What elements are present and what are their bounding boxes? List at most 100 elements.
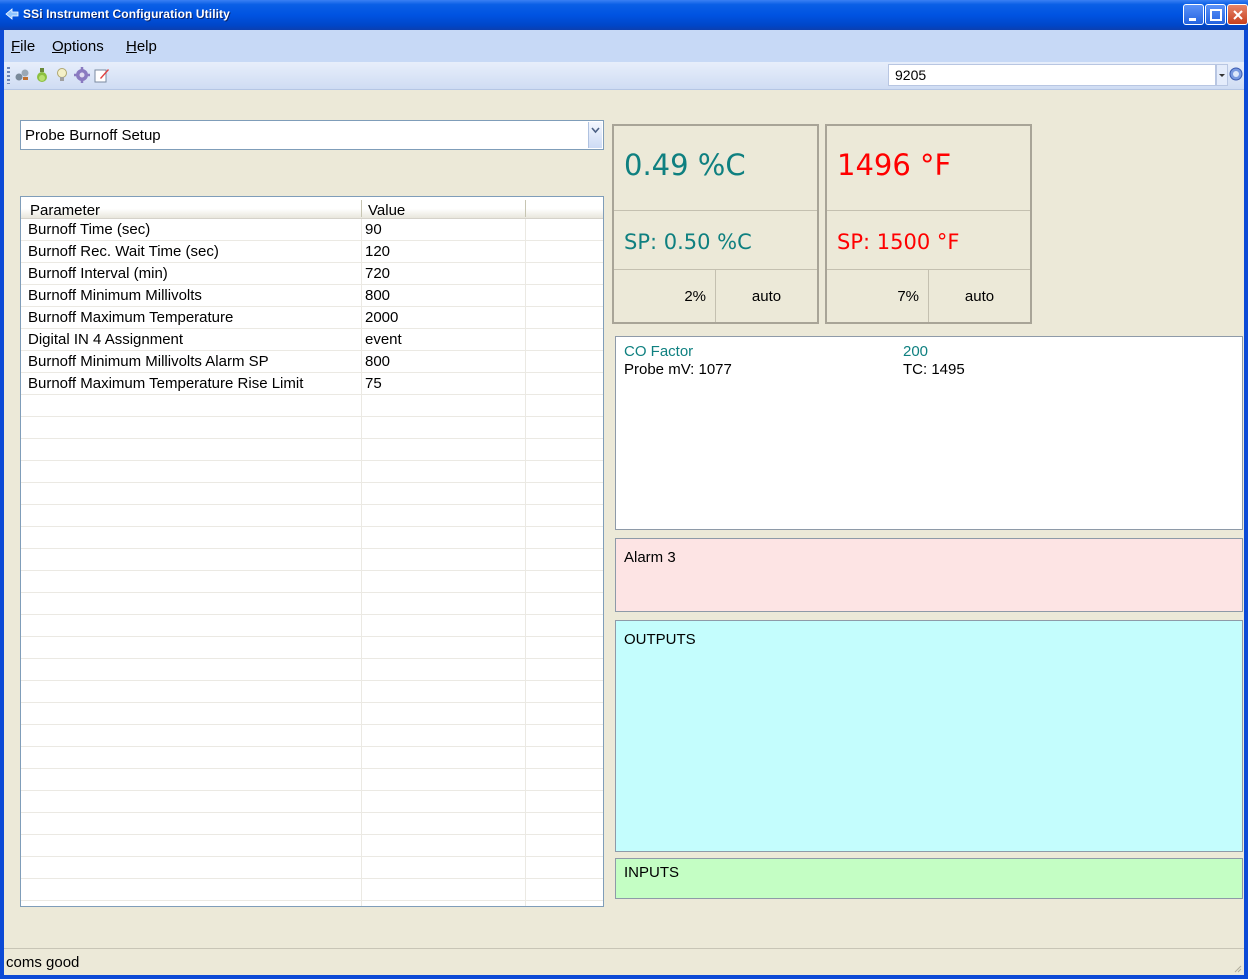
outputs-panel: OUTPUTS — [615, 620, 1243, 852]
table-row[interactable]: Burnoff Minimum Millivolts Alarm SP 800 — [21, 351, 603, 373]
minimize-button[interactable] — [1183, 4, 1204, 25]
outputs-title: OUTPUTS — [624, 631, 696, 648]
table-row[interactable] — [21, 417, 603, 439]
carbon-gauge[interactable]: 0.49 %C SP: 0.50 %C 2% auto — [612, 124, 819, 324]
menu-file[interactable]: File — [11, 38, 35, 55]
menu-options[interactable]: Options — [52, 38, 104, 55]
table-row[interactable] — [21, 681, 603, 703]
maximize-button[interactable] — [1205, 4, 1226, 25]
parameter-cell: Burnoff Interval (min) — [28, 265, 168, 282]
status-bar: coms good — [4, 948, 1244, 975]
table-row[interactable] — [21, 461, 603, 483]
inputs-panel: INPUTS — [615, 858, 1243, 899]
co-factor-value: 200 — [903, 343, 929, 360]
table-row[interactable]: Burnoff Interval (min) 720 — [21, 263, 603, 285]
close-icon — [1233, 10, 1243, 20]
table-row[interactable] — [21, 483, 603, 505]
table-row[interactable] — [21, 593, 603, 615]
menu-help[interactable]: Help — [126, 38, 157, 55]
lightbulb-icon[interactable] — [54, 67, 70, 83]
table-row[interactable]: Burnoff Time (sec) 90 — [21, 219, 603, 241]
toolbar: 9205 — [4, 62, 1244, 90]
column-separator[interactable] — [525, 200, 526, 217]
table-row[interactable] — [21, 615, 603, 637]
value-cell[interactable]: event — [365, 331, 402, 348]
resize-grip-icon[interactable] — [1232, 963, 1242, 973]
help-icon[interactable] — [1229, 67, 1243, 81]
title-bar[interactable]: SSi Instrument Configuration Utility — [0, 0, 1248, 30]
parameter-cell: Burnoff Minimum Millivolts — [28, 287, 202, 304]
instrument-dropdown-button[interactable] — [1216, 64, 1228, 86]
table-row[interactable] — [21, 659, 603, 681]
column-separator[interactable] — [361, 200, 362, 217]
table-row[interactable] — [21, 395, 603, 417]
table-row[interactable] — [21, 769, 603, 791]
app-icon — [5, 8, 19, 20]
table-row[interactable] — [21, 725, 603, 747]
gear-icon[interactable] — [74, 67, 90, 83]
toolbar-grip[interactable] — [7, 67, 10, 84]
minimize-icon — [1189, 18, 1196, 21]
table-row[interactable]: Digital IN 4 Assignment event — [21, 329, 603, 351]
value-cell[interactable]: 120 — [365, 243, 390, 260]
connect-icon[interactable] — [14, 67, 30, 83]
gauge-setpoint: SP: 1500 °F — [837, 230, 960, 254]
parameter-cell: Digital IN 4 Assignment — [28, 331, 184, 348]
menu-select[interactable]: Probe Burnoff Setup — [20, 120, 604, 150]
table-row[interactable]: Burnoff Rec. Wait Time (sec) 120 — [21, 241, 603, 263]
divider — [614, 210, 817, 211]
grid-body: Burnoff Time (sec) 90 Burnoff Rec. Wait Ti… — [21, 219, 603, 901]
table-row[interactable] — [21, 835, 603, 857]
temperature-gauge[interactable]: 1496 °F SP: 1500 °F 7% auto — [825, 124, 1032, 324]
value-cell[interactable]: 2000 — [365, 309, 398, 326]
column-header-value[interactable]: Value — [368, 202, 405, 219]
table-row[interactable] — [21, 505, 603, 527]
gauge-output: 2% — [684, 288, 706, 305]
gauge-output: 7% — [897, 288, 919, 305]
gauge-value: 1496 °F — [837, 148, 952, 182]
table-row[interactable] — [21, 637, 603, 659]
probe-mv: Probe mV: 1077 — [624, 361, 732, 378]
tc-reading: TC: 1495 — [903, 361, 965, 378]
value-cell[interactable]: 800 — [365, 287, 390, 304]
table-row[interactable]: Burnoff Minimum Millivolts 800 — [21, 285, 603, 307]
parameter-cell: Burnoff Minimum Millivolts Alarm SP — [28, 353, 269, 370]
table-row[interactable] — [21, 857, 603, 879]
table-row[interactable] — [21, 879, 603, 901]
divider — [827, 210, 1030, 211]
value-cell[interactable]: 720 — [365, 265, 390, 282]
parameter-cell: Burnoff Time (sec) — [28, 221, 151, 238]
parameter-cell: Burnoff Maximum Temperature Rise Limit — [28, 375, 304, 392]
co-factor-panel: CO Factor 200 Probe mV: 1077 TC: 1495 — [615, 336, 1243, 530]
menu-select-value: Probe Burnoff Setup — [25, 127, 161, 144]
gauge-setpoint: SP: 0.50 %C — [624, 230, 752, 254]
gauge-value: 0.49 %C — [624, 148, 746, 182]
table-row[interactable] — [21, 439, 603, 461]
grid-header: Parameter Value — [21, 197, 603, 219]
table-row[interactable] — [21, 549, 603, 571]
parameter-grid: Parameter Value Burnoff Time (sec) 90 Burn… — [20, 196, 604, 907]
table-row[interactable] — [21, 571, 603, 593]
instrument-select[interactable]: 9205 — [888, 64, 1216, 86]
menu-bar: File Options Help — [4, 30, 1244, 62]
value-cell[interactable]: 90 — [365, 221, 382, 238]
table-row[interactable]: Burnoff Maximum Temperature 2000 — [21, 307, 603, 329]
close-button[interactable] — [1227, 4, 1248, 25]
table-row[interactable]: Burnoff Maximum Temperature Rise Limit 75 — [21, 373, 603, 395]
value-cell[interactable]: 75 — [365, 375, 382, 392]
table-row[interactable] — [21, 791, 603, 813]
table-row[interactable] — [21, 703, 603, 725]
client-area: File Options Help 9205 Probe Burnoff Set… — [4, 30, 1244, 975]
bottle-icon[interactable] — [34, 67, 50, 83]
table-row[interactable] — [21, 747, 603, 769]
table-row[interactable] — [21, 527, 603, 549]
value-cell[interactable]: 800 — [365, 353, 390, 370]
gauge-mode[interactable]: auto — [716, 288, 817, 305]
table-row[interactable] — [21, 813, 603, 835]
chevron-down-icon — [591, 127, 600, 134]
column-header-parameter[interactable]: Parameter — [30, 202, 100, 219]
gauge-mode[interactable]: auto — [929, 288, 1030, 305]
parameter-cell: Burnoff Maximum Temperature — [28, 309, 234, 326]
menu-select-dropdown-button[interactable] — [588, 122, 602, 148]
edit-icon[interactable] — [94, 67, 110, 83]
